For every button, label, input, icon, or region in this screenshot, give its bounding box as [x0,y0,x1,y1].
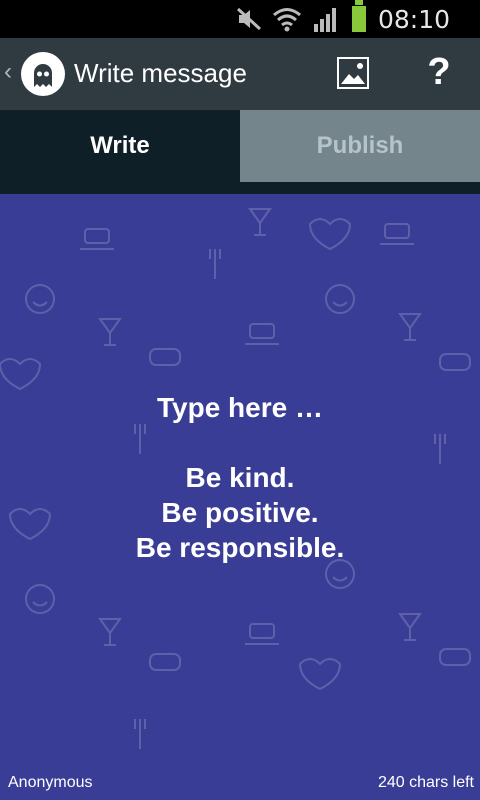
page-title: Write message [74,58,247,88]
signal-icon [314,8,336,32]
app-bar: ‹ Write message ? [0,38,480,110]
back-chevron-icon[interactable]: ‹ [4,58,12,86]
battery-icon [350,0,368,34]
message-compose-area[interactable]: Type here … Be kind. Be positive. Be res… [0,194,480,800]
status-icons [236,0,368,34]
author-label: Anonymous [8,774,93,791]
chars-left-counter: 240 chars left [377,774,474,791]
tab-bar: Write Publish [0,110,480,194]
status-bar: 08:10 [0,0,480,38]
help-icon[interactable]: ? [424,52,454,92]
wifi-icon [273,8,301,32]
mute-icon [236,7,262,31]
status-time: 08:10 [377,5,450,34]
image-icon[interactable] [336,56,370,90]
ghost-logo-icon[interactable] [21,52,65,96]
tab-publish[interactable]: Publish [240,110,480,182]
message-placeholder-text[interactable]: Type here … Be kind. Be positive. Be res… [0,390,480,565]
tab-write[interactable]: Write [0,110,240,182]
